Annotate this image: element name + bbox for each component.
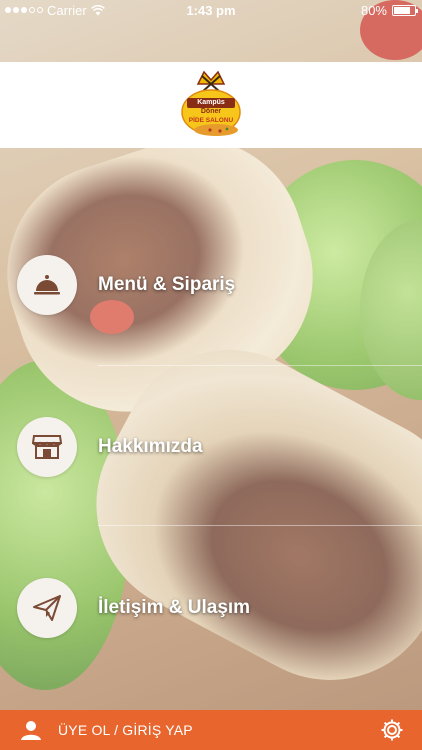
menu-icon-circle: [17, 578, 77, 638]
battery-info: 80%: [360, 2, 418, 18]
login-register-link[interactable]: ÜYE OL / GİRİŞ YAP: [58, 722, 193, 738]
menu-label-contact: İletişim & Ulaşım: [98, 597, 251, 618]
logo-line1: Kampüs: [197, 99, 225, 106]
app-logo: Kampüs Döner PİDE SALONU: [180, 70, 242, 140]
cloche-icon: [34, 275, 60, 295]
menu-item-contact[interactable]: İletişim & Ulaşım: [0, 573, 422, 643]
menu-icon-circle: [17, 255, 77, 315]
logo-line2: Döner: [200, 108, 222, 115]
menu-label-order: Menü & Sipariş: [98, 274, 236, 295]
menu-icon-circle: [17, 417, 77, 477]
status-bar: Carrier 1:43 pm 80%: [0, 0, 422, 20]
paper-plane-icon: [33, 595, 61, 621]
menu-item-about[interactable]: Hakkımızda: [0, 412, 422, 482]
clock: 1:43 pm: [186, 2, 236, 18]
gear-icon[interactable]: [380, 718, 404, 742]
divider: [98, 525, 422, 526]
battery-percent: 80%: [360, 2, 387, 18]
logo-line3: PİDE SALONU: [188, 117, 234, 124]
battery-icon: [392, 4, 418, 16]
divider: [98, 365, 422, 366]
bottom-bar: ÜYE OL / GİRİŞ YAP: [0, 710, 422, 750]
menu-label-about: Hakkımızda: [98, 436, 203, 457]
user-icon[interactable]: [20, 719, 42, 741]
app-header: Kampüs Döner PİDE SALONU: [0, 62, 422, 148]
store-icon: [32, 435, 62, 459]
menu-item-order[interactable]: Menü & Sipariş: [0, 250, 422, 320]
